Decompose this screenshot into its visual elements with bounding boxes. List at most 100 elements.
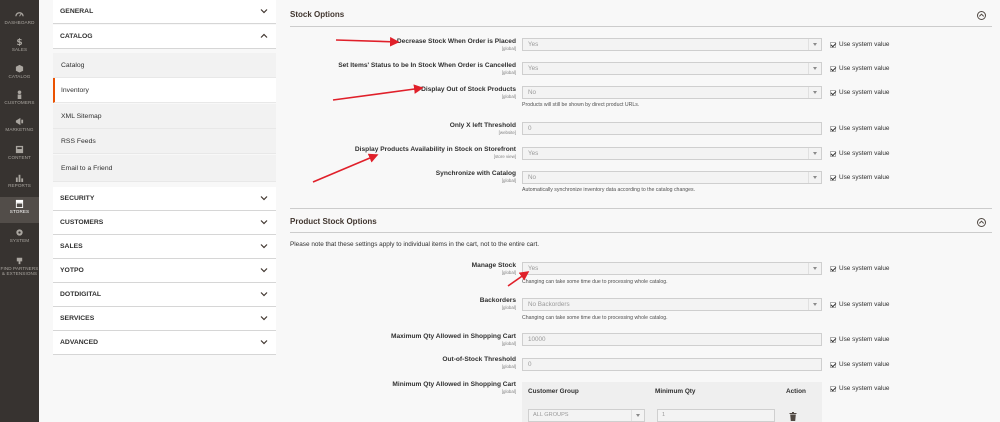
checkbox-checked[interactable] (830, 265, 836, 272)
tab-dotdigital[interactable]: DOTDIGITAL (53, 283, 276, 307)
chevron-down-icon (808, 172, 821, 183)
tab-sales[interactable]: SALES (53, 235, 276, 259)
select-manage-stock[interactable]: Yes (522, 262, 822, 275)
collapse-toggle-icon[interactable] (977, 11, 986, 20)
min-qty-grid: Customer Group Minimum Qty Action ALL GR… (522, 382, 822, 422)
label-manage-stock: Manage Stock [global] (471, 262, 516, 275)
nav-reports[interactable]: REPORTS (0, 171, 39, 197)
checkbox-checked[interactable] (830, 336, 836, 343)
chevron-down-icon (260, 340, 268, 345)
chevron-down-icon (808, 63, 821, 74)
collapse-toggle-icon[interactable] (977, 218, 986, 227)
nav-find-partners[interactable]: FIND PARTNERS & EXTENSIONS (0, 254, 39, 284)
trash-icon[interactable] (789, 412, 797, 421)
chevron-up-icon (978, 13, 985, 17)
checkbox-checked[interactable] (830, 174, 836, 181)
chevron-down-icon (260, 316, 268, 321)
tab-customers[interactable]: CUSTOMERS (53, 211, 276, 235)
bar-chart-icon (15, 174, 24, 182)
nav-system[interactable]: SYSTEM (0, 226, 39, 252)
checkbox-checked[interactable] (830, 125, 836, 132)
label-decrease-stock: Decrease Stock When Order is Placed [glob… (396, 38, 516, 51)
chevron-down-icon (260, 196, 268, 201)
use-system-value-decrease-stock[interactable]: Use system value (830, 41, 889, 48)
use-system-value-manage-stock[interactable]: Use system value (830, 265, 889, 272)
checkbox-checked[interactable] (830, 89, 836, 96)
use-system-value-backorders[interactable]: Use system value (830, 301, 889, 308)
tab-advanced[interactable]: ADVANCED (53, 331, 276, 355)
section-divider (290, 208, 992, 209)
chevron-down-icon (808, 39, 821, 50)
use-system-value-synchronize-catalog[interactable]: Use system value (830, 174, 889, 181)
dollar-icon: $ (16, 38, 22, 46)
select-in-stock-when-cancelled[interactable]: Yes (522, 62, 822, 75)
use-system-value-display-availability[interactable]: Use system value (830, 150, 889, 157)
input-only-x-left[interactable]: 0 (522, 122, 822, 135)
nav-sales[interactable]: $ SALES (0, 35, 39, 61)
label-backorders: Backorders [global] (479, 297, 516, 310)
checkbox-checked[interactable] (830, 361, 836, 368)
label-max-qty: Maximum Qty Allowed in Shopping Cart [glo… (390, 333, 516, 346)
section-title-stock-options[interactable]: Stock Options (290, 10, 344, 19)
select-display-availability[interactable]: Yes (522, 147, 822, 160)
subtab-xml-sitemap[interactable]: XML Sitemap (53, 104, 276, 129)
partners-icon (16, 257, 23, 265)
select-customer-group[interactable]: ALL GROUPS (528, 409, 645, 422)
select-backorders[interactable]: No Backorders (522, 298, 822, 311)
input-max-qty[interactable]: 10000 (522, 333, 822, 346)
chevron-up-icon (978, 220, 985, 224)
column-header-customer-group: Customer Group (528, 388, 579, 395)
config-main: Stock Options Decrease Stock When Order … (290, 0, 992, 422)
use-system-value-min-qty[interactable]: Use system value (830, 385, 889, 392)
chevron-down-icon (260, 9, 268, 14)
tab-services[interactable]: SERVICES (53, 307, 276, 331)
label-out-of-stock-threshold: Out-of-Stock Threshold [global] (442, 356, 516, 369)
dashboard-icon (15, 12, 24, 17)
input-out-of-stock-threshold[interactable]: 0 (522, 358, 822, 371)
use-system-value-only-x-left[interactable]: Use system value (830, 125, 889, 132)
nav-customers[interactable]: CUSTOMERS (0, 88, 39, 114)
use-system-value-max-qty[interactable]: Use system value (830, 336, 889, 343)
gear-icon (16, 229, 23, 236)
chevron-down-icon (631, 410, 644, 421)
chevron-down-icon (260, 244, 268, 249)
use-system-value-display-out-of-stock[interactable]: Use system value (830, 89, 889, 96)
nav-catalog[interactable]: CATALOG (0, 62, 39, 88)
select-display-out-of-stock[interactable]: No (522, 86, 822, 99)
subtab-catalog[interactable]: Catalog (53, 53, 276, 78)
label-display-availability: Display Products Availability in Stock o… (354, 146, 516, 159)
hint-display-out-of-stock: Products will still be shown by direct p… (522, 102, 640, 108)
select-decrease-stock[interactable]: Yes (522, 38, 822, 51)
select-synchronize-catalog[interactable]: No (522, 171, 822, 184)
use-system-value-in-stock-when-cancelled[interactable]: Use system value (830, 65, 889, 72)
chevron-down-icon (260, 220, 268, 225)
tab-general[interactable]: GENERAL (53, 0, 276, 24)
store-icon (15, 199, 24, 208)
checkbox-checked[interactable] (830, 65, 836, 72)
label-only-x-left: Only X left Threshold [website] (449, 122, 516, 135)
checkbox-checked[interactable] (830, 41, 836, 48)
tab-security[interactable]: SECURITY (53, 187, 276, 211)
subtab-email-to-a-friend[interactable]: Email to a Friend (53, 155, 276, 182)
section-divider (290, 26, 992, 27)
subtab-inventory[interactable]: Inventory (53, 78, 276, 103)
use-system-value-out-of-stock-threshold[interactable]: Use system value (830, 361, 889, 368)
subtab-rss-feeds[interactable]: RSS Feeds (53, 129, 276, 154)
admin-menu: DASHBOARD $ SALES CATALOG CUSTOMERS MARK… (0, 0, 39, 422)
chevron-down-icon (808, 87, 821, 98)
section-divider (290, 232, 992, 233)
checkbox-checked[interactable] (830, 301, 836, 308)
nav-marketing[interactable]: MARKETING (0, 115, 39, 141)
label-min-qty: Minimum Qty Allowed in Shopping Cart [glo… (392, 381, 516, 394)
label-display-out-of-stock: Display Out of Stock Products [global] (421, 86, 516, 99)
checkbox-checked[interactable] (830, 385, 836, 392)
tab-catalog[interactable]: CATALOG (53, 25, 276, 49)
tab-yotpo[interactable]: YOTPO (53, 259, 276, 283)
nav-content[interactable]: CONTENT (0, 143, 39, 169)
input-minimum-qty[interactable]: 1 (657, 409, 775, 422)
hint-manage-stock: Changing can take some time due to proce… (522, 279, 668, 285)
nav-stores[interactable]: STORES (0, 197, 39, 223)
section-title-product-stock-options[interactable]: Product Stock Options (290, 217, 377, 226)
checkbox-checked[interactable] (830, 150, 836, 157)
nav-dashboard[interactable]: DASHBOARD (0, 8, 39, 34)
